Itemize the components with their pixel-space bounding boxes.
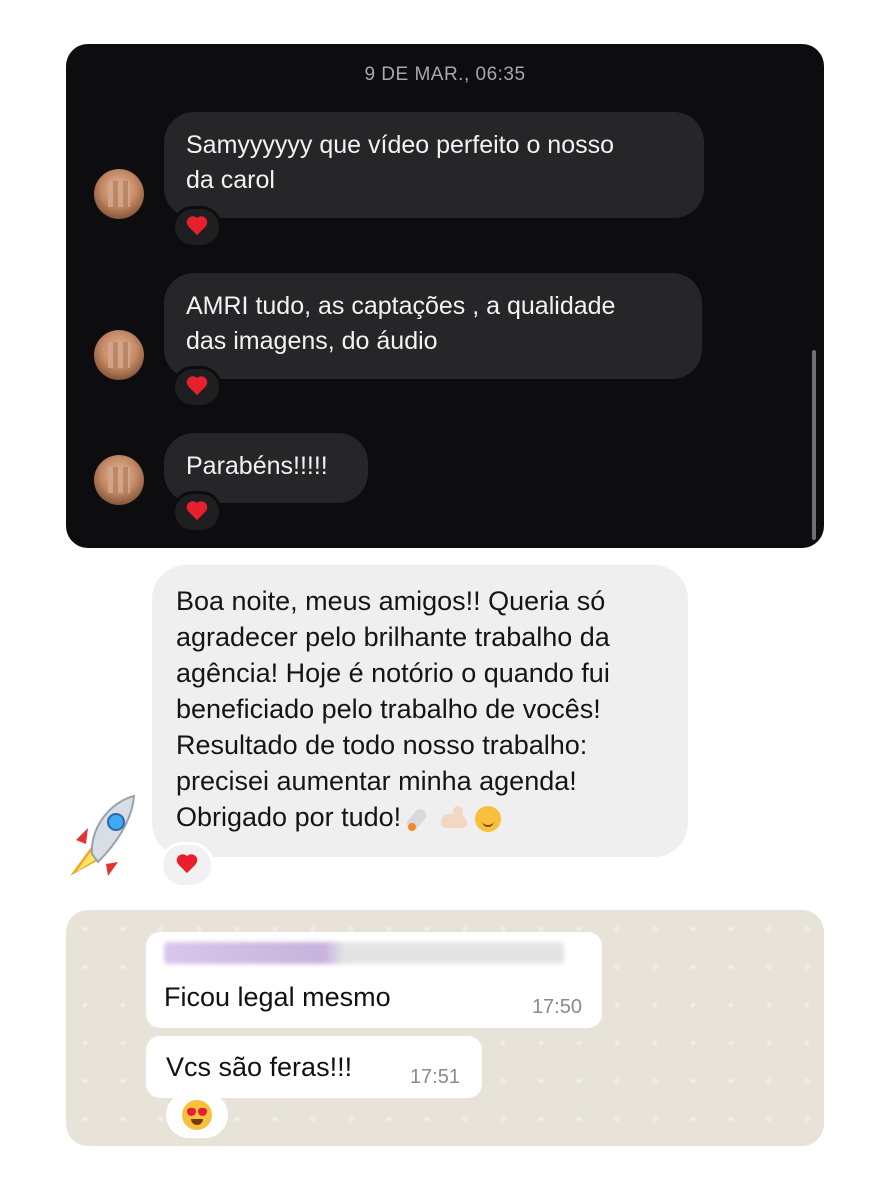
message-line: Samyyyyyy que vídeo perfeito o nosso (186, 131, 615, 159)
flexed-biceps-icon (439, 804, 469, 834)
message-timestamp: 17:50 (531, 996, 582, 1018)
message-line: das imagens, do áudio (186, 327, 438, 355)
message-timestamp: 17:51 (409, 1066, 460, 1088)
message-line: AMRI tudo, as captações , a qualidade (186, 292, 616, 320)
message-line: agradecer pelo brilhante trabalho da (176, 622, 610, 652)
reaction-badge[interactable] (172, 206, 222, 248)
message-line: agência! Hoje é notório o quando fui (176, 658, 610, 688)
smiling-face-with-hearts-icon (473, 804, 503, 834)
avatar[interactable] (94, 330, 144, 380)
avatar[interactable] (94, 455, 144, 505)
heart-icon (176, 855, 198, 875)
chat-date-header: 9 DE MAR., 06:35 (364, 64, 526, 85)
message-line: Boa noite, meus amigos!! Queria só (176, 586, 606, 616)
heart-eyes-icon (182, 1100, 212, 1130)
message-line: beneficiado pelo trabalho de vocês! (176, 694, 601, 724)
reaction-badge[interactable] (160, 842, 214, 888)
avatar[interactable] (94, 169, 144, 219)
message-bubble[interactable]: AMRI tudo, as captações , a qualidade da… (164, 273, 702, 379)
message-bubble[interactable]: Boa noite, meus amigos!! Queria só agrad… (152, 565, 688, 857)
message-line: Parabéns!!!!! (186, 452, 328, 480)
heart-icon (186, 502, 208, 522)
reaction-badge[interactable] (172, 366, 222, 408)
instagram-chat-panel: 9 DE MAR., 06:35 Samyyyyyy que vídeo per… (66, 44, 824, 548)
sender-name-blurred (164, 942, 564, 964)
message-line: precisei aumentar minha agenda! (176, 766, 577, 796)
scrollbar[interactable] (812, 350, 816, 540)
heart-icon (186, 217, 208, 237)
message-bubble[interactable]: Samyyyyyy que vídeo perfeito o nosso da … (164, 112, 704, 218)
heart-icon (186, 377, 208, 397)
message-bubble[interactable]: Ficou legal mesmo 17:50 (146, 932, 602, 1028)
message-line: da carol (186, 166, 275, 194)
message-text: Vcs são feras!!! (166, 1052, 353, 1082)
message-line: Resultado de todo nosso trabalho: (176, 730, 588, 760)
rocket-icon[interactable] (62, 788, 140, 880)
message-text: Ficou legal mesmo (164, 982, 391, 1012)
message-text: Obrigado por tudo! (176, 802, 402, 832)
reaction-badge[interactable] (166, 1092, 228, 1138)
reaction-badge[interactable] (172, 491, 222, 533)
message-line-last: Obrigado por tudo! (176, 799, 664, 835)
rocket-icon (405, 804, 435, 834)
message-bubble[interactable]: Vcs são feras!!! 17:51 (146, 1036, 482, 1098)
